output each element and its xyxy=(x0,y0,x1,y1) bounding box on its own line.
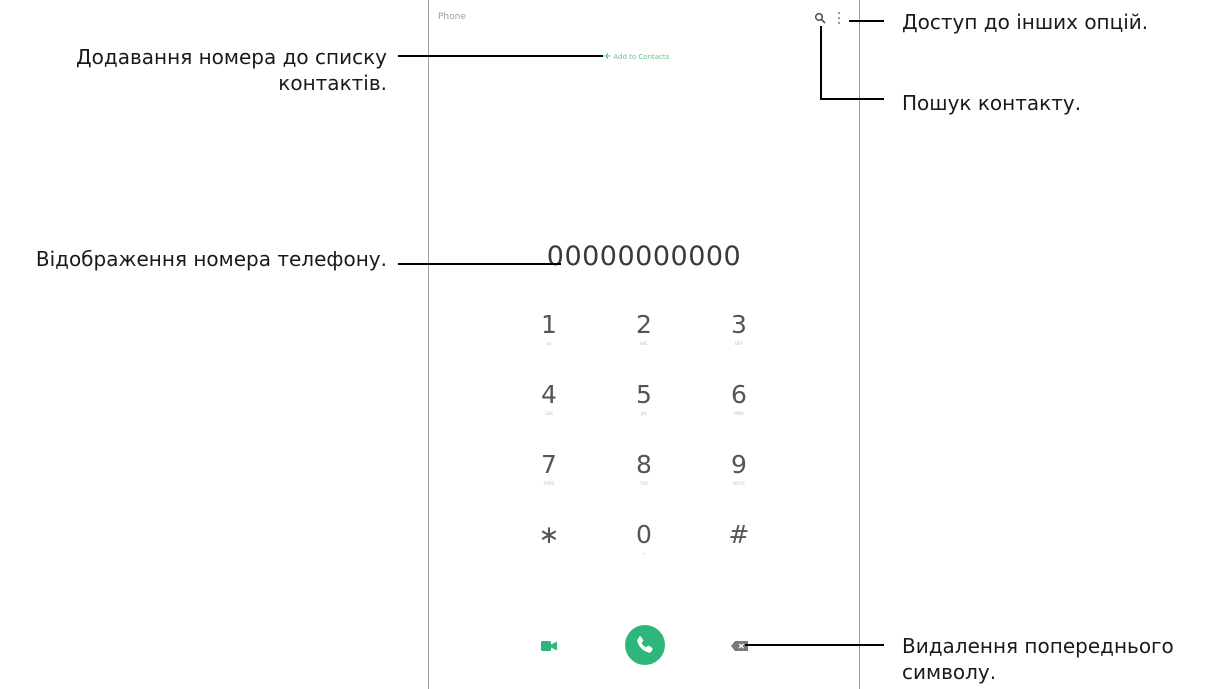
key-digit: 4 xyxy=(541,380,557,409)
annotation-search: Пошук контакту. xyxy=(902,91,1082,115)
key-1[interactable]: 1 oo xyxy=(519,308,579,368)
key-letters: JKL xyxy=(640,411,648,416)
key-digit: 8 xyxy=(636,450,652,479)
add-to-contacts-button[interactable]: + Add to Contacts xyxy=(603,51,669,62)
app-title: Phone xyxy=(438,12,466,22)
key-digit: ∗ xyxy=(538,520,560,549)
key-letters: + xyxy=(642,551,646,556)
manual-figure: Phone + Add to Contacts 00000000000 1 oo … xyxy=(0,0,1205,689)
key-digit: 9 xyxy=(731,450,747,479)
phone-dialer-screen: Phone + Add to Contacts 00000000000 1 oo … xyxy=(428,0,860,689)
key-8[interactable]: 8 TUV xyxy=(614,448,674,508)
key-5[interactable]: 5 JKL xyxy=(614,378,674,438)
call-button[interactable] xyxy=(625,625,665,665)
key-digit: 2 xyxy=(636,310,652,339)
callout-line-add-contact xyxy=(398,55,603,57)
key-letters: DEF xyxy=(735,341,743,346)
key-digit: 0 xyxy=(636,520,652,549)
video-call-icon[interactable] xyxy=(541,641,557,651)
callout-line-search-vertical xyxy=(820,26,822,100)
key-4[interactable]: 4 GHI xyxy=(519,378,579,438)
more-options-icon[interactable] xyxy=(835,11,843,25)
annotation-add-contact: Додавання номера до списку контактів. xyxy=(76,45,387,95)
callout-line-backspace xyxy=(745,644,884,646)
key-digit: # xyxy=(728,520,750,549)
key-0[interactable]: 0 + xyxy=(614,518,674,578)
key-digit: 1 xyxy=(541,310,557,339)
key-6[interactable]: 6 MNO xyxy=(709,378,769,438)
key-star[interactable]: ∗ xyxy=(519,518,579,578)
key-letters: PQRS xyxy=(543,481,555,486)
annotation-more-options: Доступ до інших опцій. xyxy=(902,10,1149,34)
key-digit: 5 xyxy=(636,380,652,409)
callout-line-search-horizontal xyxy=(820,98,884,100)
key-7[interactable]: 7 PQRS xyxy=(519,448,579,508)
key-letters: GHI xyxy=(545,411,553,416)
add-to-contacts-label: Add to Contacts xyxy=(613,53,670,61)
key-letters: MNO xyxy=(734,411,744,416)
key-3[interactable]: 3 DEF xyxy=(709,308,769,368)
key-9[interactable]: 9 WXYZ xyxy=(709,448,769,508)
phone-number-display: 00000000000 xyxy=(546,241,742,272)
plus-icon: + xyxy=(603,51,612,62)
annotation-number-display: Відображення номера телефону. xyxy=(35,247,387,271)
callout-line-number-display xyxy=(398,263,561,265)
key-2[interactable]: 2 ABC xyxy=(614,308,674,368)
callout-line-more-options xyxy=(849,20,884,22)
key-hash[interactable]: # xyxy=(709,518,769,578)
key-digit: 6 xyxy=(731,380,747,409)
backspace-icon[interactable] xyxy=(731,641,748,651)
key-digit: 3 xyxy=(731,310,747,339)
key-digit: 7 xyxy=(541,450,557,479)
annotation-backspace: Видалення попереднього символу. xyxy=(902,634,1174,684)
key-letters: TUV xyxy=(639,481,649,486)
key-letters: oo xyxy=(546,341,552,346)
search-icon[interactable] xyxy=(814,12,826,24)
key-letters: ABC xyxy=(639,341,649,346)
key-letters: WXYZ xyxy=(733,481,745,486)
